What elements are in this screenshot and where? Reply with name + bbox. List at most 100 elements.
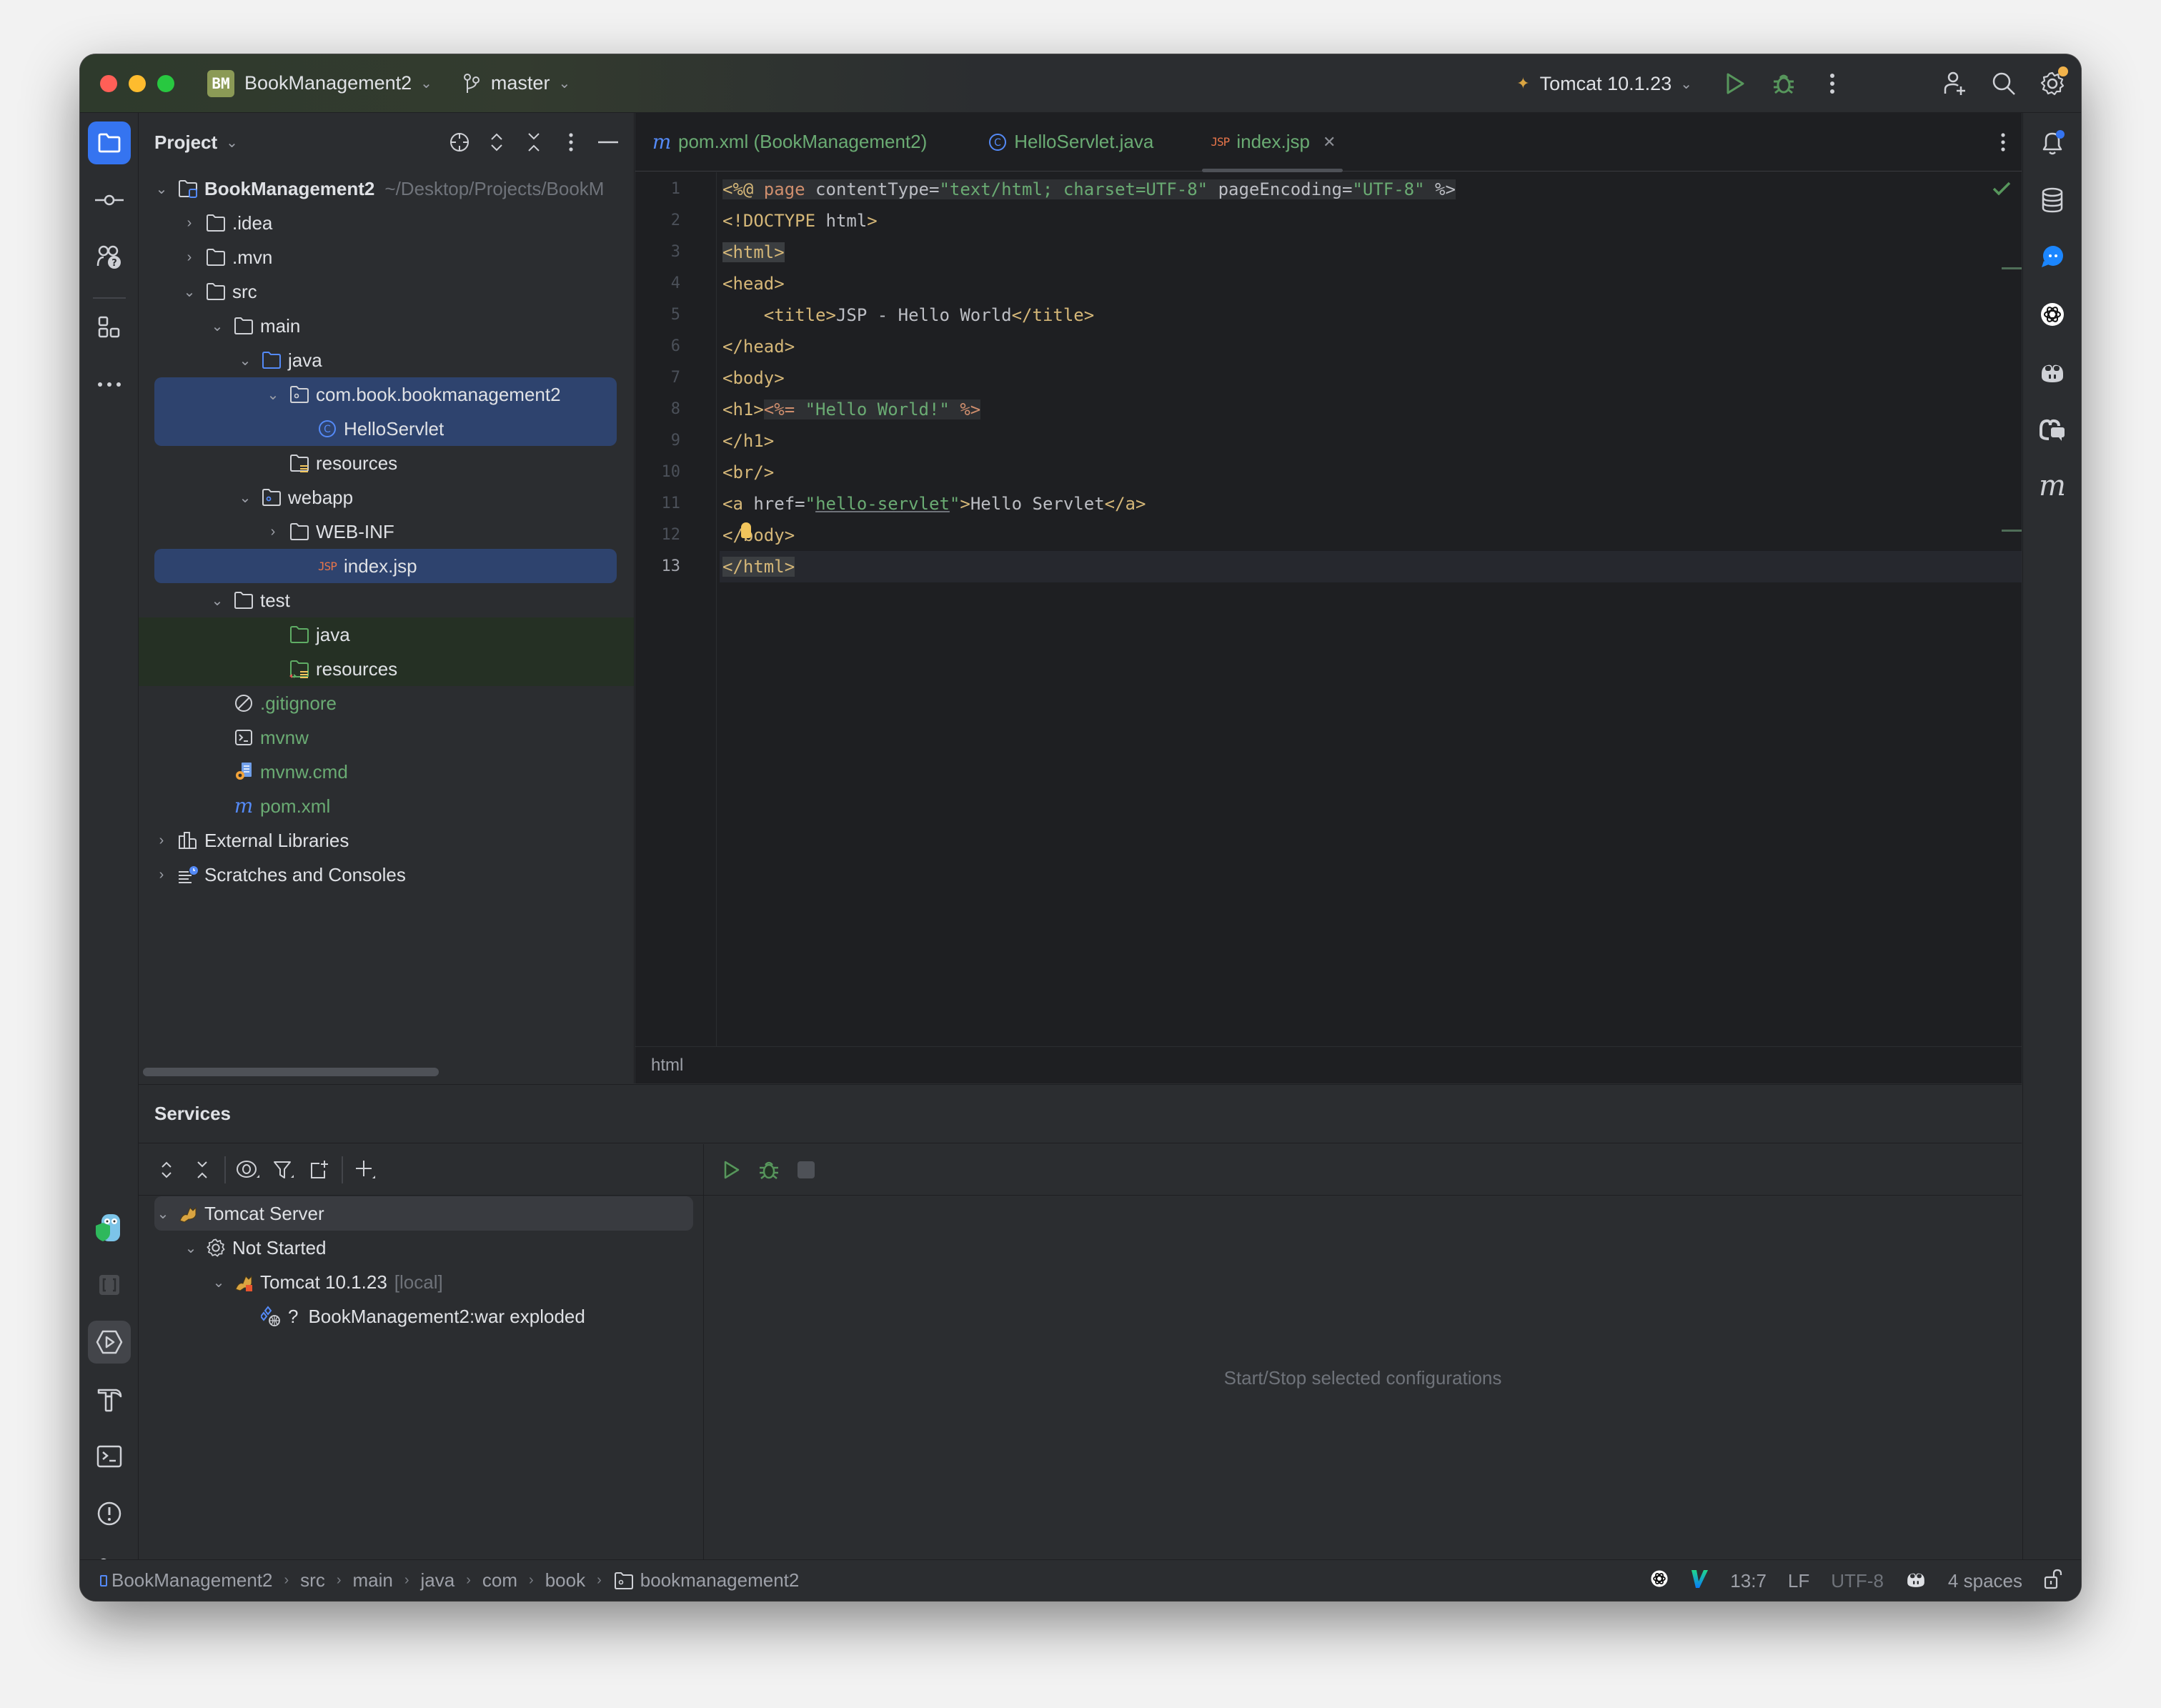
breadcrumb-item[interactable]: BookManagement2 (100, 1569, 272, 1592)
breadcrumb-item[interactable]: src (300, 1569, 325, 1592)
search-everywhere-button[interactable] (1984, 64, 2024, 104)
add-service-button[interactable] (347, 1152, 383, 1188)
filter-button[interactable] (266, 1152, 302, 1188)
notifications-button[interactable] (2031, 121, 2074, 164)
chatgpt-button[interactable] (2031, 293, 2074, 336)
debug-button[interactable] (1764, 64, 1804, 104)
debug-service-button[interactable] (751, 1152, 787, 1188)
run-button[interactable] (1715, 64, 1755, 104)
code-editor[interactable]: 1 2 3 4 5 6 7 8 9 10 11 12 13 <%@ page contentType="… (635, 172, 2022, 1046)
line-number[interactable]: 13 (662, 551, 681, 582)
code-line[interactable]: </h1> (720, 425, 2022, 457)
settings-button[interactable] (2032, 64, 2072, 104)
breadcrumb-item[interactable]: com (482, 1569, 517, 1592)
terminal-tool-button[interactable] (88, 1435, 131, 1478)
service-item[interactable]: ⌄ Not Started (139, 1231, 703, 1265)
code-line[interactable]: <h1><%= "Hello World!" %> (720, 394, 2022, 425)
breadcrumb-item[interactable]: java (421, 1569, 455, 1592)
code-line[interactable]: </body> (720, 520, 2022, 551)
panel-title[interactable]: Project (154, 131, 217, 154)
line-number[interactable]: 8 (671, 394, 680, 425)
code-line[interactable]: <a href="hello-servlet">Hello Servlet</a… (720, 488, 2022, 520)
line-ending[interactable]: LF (1788, 1570, 1809, 1592)
tree-item[interactable]: resources (139, 652, 634, 686)
project-tool-button[interactable] (88, 121, 131, 164)
line-number[interactable]: 11 (662, 488, 681, 520)
file-encoding[interactable]: UTF-8 (1831, 1570, 1884, 1592)
chevron-right-icon[interactable]: › (153, 867, 170, 883)
code-with-me-button[interactable] (1935, 64, 1975, 104)
tree-item[interactable]: C HelloServlet (139, 412, 634, 446)
view-options-button[interactable] (230, 1152, 266, 1188)
problems-tool-button[interactable] (88, 1492, 131, 1535)
start-service-button[interactable] (714, 1152, 750, 1188)
project-switcher[interactable]: BM BookManagement2 ⌄ (174, 69, 432, 97)
expand-all-button[interactable] (481, 126, 512, 158)
code-line[interactable]: <head> (720, 268, 2022, 299)
tree-item[interactable]: ⌄ com.book.bookmanagement2 (139, 377, 634, 412)
expand-all-button[interactable] (149, 1152, 184, 1188)
tree-item[interactable]: java (139, 617, 634, 652)
chevron-down-icon[interactable]: ⌄ (209, 317, 226, 335)
tree-item[interactable]: ⌄ test (139, 583, 634, 617)
cursor-position[interactable]: 13:7 (1730, 1570, 1767, 1592)
tree-item[interactable]: › WEB-INF (139, 515, 634, 549)
json-tool-button[interactable] (88, 1263, 131, 1306)
tree-item[interactable]: JSP index.jsp (139, 549, 634, 583)
chevron-down-icon[interactable]: ⌄ (237, 489, 254, 507)
branch-switcher[interactable]: master ⌄ (462, 72, 570, 94)
more-tools-button[interactable] (88, 363, 131, 406)
tab-options-button[interactable] (2000, 113, 2006, 172)
copilot-chat-button[interactable] (2031, 407, 2074, 450)
breadcrumb-item[interactable]: bookmanagement2 (613, 1569, 799, 1592)
chevron-down-icon[interactable]: ⌄ (209, 592, 226, 610)
tree-item[interactable]: › .idea (139, 206, 634, 240)
indent-setting[interactable]: 4 spaces (1948, 1570, 2022, 1592)
chevron-down-icon[interactable]: ⌄ (226, 134, 238, 152)
editor-tab[interactable]: m pom.xml (BookManagement2) (635, 113, 943, 172)
chevron-down-icon[interactable]: ⌄ (210, 1273, 227, 1291)
tree-item[interactable]: › External Libraries (139, 823, 634, 858)
commit-tool-button[interactable] (88, 179, 131, 222)
code-line[interactable]: <%@ page contentType="text/html; charset… (720, 174, 2022, 205)
tree-item[interactable]: › .mvn (139, 240, 634, 274)
close-tab-icon[interactable]: ✕ (1323, 133, 1336, 152)
line-number[interactable]: 9 (671, 425, 680, 457)
hide-panel-button[interactable] (592, 126, 624, 158)
editor-breadcrumb[interactable]: html (651, 1056, 683, 1076)
build-tool-button[interactable] (88, 1378, 131, 1421)
chevron-right-icon[interactable]: › (181, 215, 198, 232)
chevron-down-icon[interactable]: ⌄ (264, 386, 282, 404)
breadcrumb-item[interactable]: main (353, 1569, 393, 1592)
database-button[interactable] (2031, 179, 2074, 222)
pull-requests-tool-button[interactable]: ? (88, 236, 131, 279)
copilot-status-icon[interactable] (1905, 1569, 1927, 1594)
line-number[interactable]: 10 (662, 457, 681, 488)
copilot-button[interactable] (2031, 350, 2074, 393)
chevron-down-icon[interactable]: ⌄ (153, 180, 170, 198)
minimize-window-button[interactable] (129, 74, 146, 92)
code-line[interactable]: <html> (720, 237, 2022, 268)
line-number[interactable]: 12 (662, 520, 681, 551)
select-opened-file-button[interactable] (444, 126, 475, 158)
change-marker[interactable] (2002, 530, 2022, 532)
tree-item[interactable]: resources (139, 446, 634, 480)
line-number[interactable]: 7 (671, 362, 680, 394)
services-tool-button[interactable] (88, 1321, 131, 1364)
tree-item[interactable]: ⌄ main (139, 309, 634, 343)
chevron-down-icon[interactable]: ⌄ (237, 352, 254, 369)
chevron-right-icon[interactable]: › (264, 524, 282, 540)
line-number[interactable]: 6 (671, 331, 680, 362)
code-line[interactable]: <title>JSP - Hello World</title> (720, 299, 2022, 331)
unlock-icon[interactable] (2044, 1568, 2062, 1594)
run-configuration-selector[interactable]: ✦ Tomcat 10.1.23 ⌄ (1516, 73, 1692, 95)
close-window-button[interactable] (100, 74, 117, 92)
breadcrumb-item[interactable]: book (545, 1569, 585, 1592)
tree-item[interactable]: ⌄ webapp (139, 480, 634, 515)
tree-item[interactable]: mvnw.cmd (139, 755, 634, 789)
line-number[interactable]: 1 (671, 174, 680, 205)
vim-plugin-icon[interactable] (1690, 1569, 1709, 1594)
tree-item[interactable]: .gitignore (139, 686, 634, 720)
collapse-all-button[interactable] (518, 126, 550, 158)
service-item[interactable]: ⌄ Tomcat 10.1.23 [local] (139, 1265, 703, 1299)
